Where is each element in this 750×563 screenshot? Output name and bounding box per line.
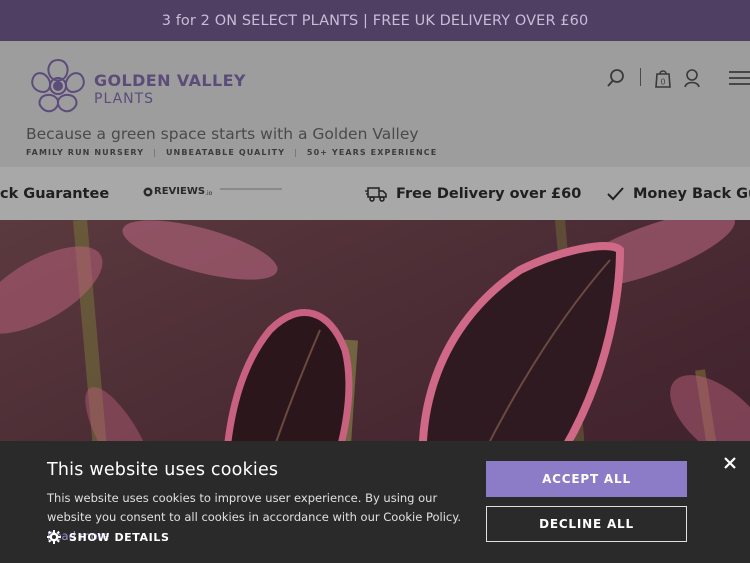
checkmark-icon (607, 186, 624, 200)
usp-money-back-text: Money Back Gua (633, 185, 750, 202)
gear-icon (47, 530, 61, 544)
logo-flower-icon[interactable] (26, 54, 90, 118)
reviews-stars-graphic (220, 187, 283, 190)
subtag-quality: UNBEATABLE QUALITY (165, 148, 286, 157)
brand-line1: GOLDEN VALLEY (94, 71, 246, 90)
cookie-banner: This website uses cookies This website u… (0, 441, 750, 563)
reviews-logo[interactable]: REVIEWS .io (143, 186, 283, 197)
promo-banner-text: 3 for 2 ON SELECT PLANTS | FREE UK DELIV… (161, 12, 589, 29)
bag-icon[interactable]: 0 (654, 68, 672, 88)
usp-delivery-text: Free Delivery over £60 (396, 185, 582, 202)
header-divider (640, 68, 641, 86)
usp-delivery: Free Delivery over £60 (365, 167, 581, 220)
subtag-separator: | (294, 148, 298, 157)
cart-count: 0 (661, 78, 666, 87)
usp-guarantee-left: ck Guarantee (0, 167, 109, 220)
show-details-label: SHOW DETAILS (69, 530, 170, 544)
reviews-suffix: .io (205, 189, 213, 197)
brand-line2: PLANTS (94, 91, 155, 107)
site-header: GOLDEN VALLEY PLANTS 0 Because a green s… (0, 41, 750, 167)
usp-bar: ck Guarantee REVIEWS .io Free Delivery o… (0, 167, 750, 220)
subtag-family: FAMILY RUN NURSERY (26, 148, 145, 157)
subtag-experience: 50+ YEARS EXPERIENCE (306, 148, 438, 157)
decline-all-button[interactable]: DECLINE ALL (486, 506, 687, 542)
cookie-title: This website uses cookies (47, 460, 279, 480)
reviews-brand: REVIEWS (154, 186, 206, 197)
cookie-body-text: This website uses cookies to improve use… (47, 491, 462, 524)
tagline: Because a green space starts with a Gold… (26, 125, 419, 143)
search-icon[interactable] (606, 68, 626, 88)
account-icon[interactable] (683, 68, 701, 88)
promo-banner[interactable]: 3 for 2 ON SELECT PLANTS | FREE UK DELIV… (0, 0, 750, 41)
brand-name[interactable]: GOLDEN VALLEY PLANTS (94, 72, 246, 108)
accept-all-button[interactable]: ACCEPT ALL (486, 461, 687, 497)
usp-money-back: Money Back Gua (607, 167, 750, 220)
close-icon[interactable] (722, 455, 738, 471)
reviews-star-icon (143, 187, 153, 196)
show-details-toggle[interactable]: SHOW DETAILS (47, 530, 169, 544)
delivery-truck-icon (365, 186, 387, 202)
subtag-separator: | (153, 148, 157, 157)
subtags: FAMILY RUN NURSERY | UNBEATABLE QUALITY … (26, 148, 437, 157)
menu-icon[interactable] (729, 70, 750, 86)
usp-guarantee-left-text: ck Guarantee (0, 185, 110, 202)
